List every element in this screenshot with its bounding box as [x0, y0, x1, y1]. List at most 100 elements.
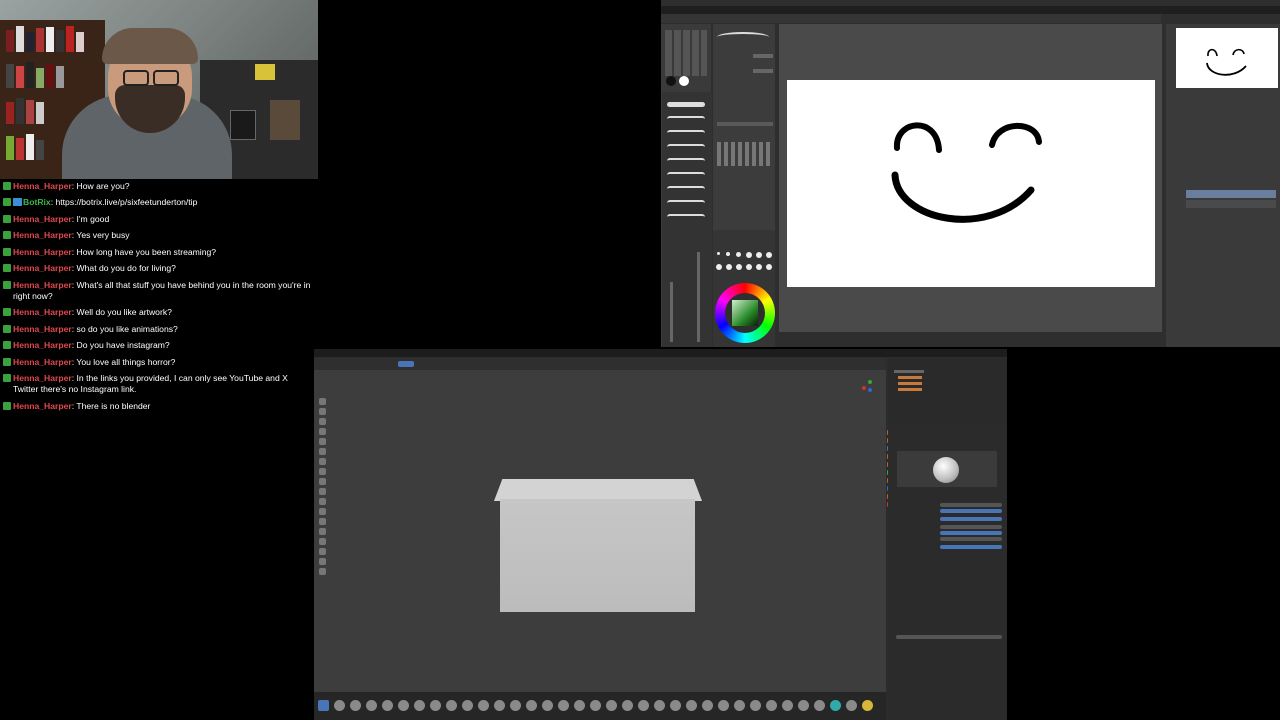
- tool-icon[interactable]: [319, 508, 326, 515]
- brush-icon[interactable]: [670, 700, 681, 711]
- brush-plane-offset-field[interactable]: [940, 537, 1002, 541]
- brush-normal-radius-field[interactable]: [940, 531, 1002, 535]
- brush-icon[interactable]: [718, 700, 729, 711]
- chat-username[interactable]: Henna_Harper: [13, 280, 72, 290]
- tool-icon[interactable]: [319, 428, 326, 435]
- layer-row[interactable]: [1186, 200, 1276, 208]
- apply-button[interactable]: [896, 635, 1002, 639]
- tool-property-panel[interactable]: [713, 24, 775, 234]
- tool-icon[interactable]: [319, 518, 326, 525]
- property-field[interactable]: [753, 54, 773, 58]
- brush-preset[interactable]: [667, 200, 705, 208]
- opacity-slider[interactable]: [670, 282, 673, 342]
- outliner-row[interactable]: [898, 382, 922, 385]
- brush-direction-field[interactable]: [940, 517, 1002, 521]
- brush-icon[interactable]: [462, 700, 473, 711]
- brush-icon[interactable]: [798, 700, 809, 711]
- chat-username[interactable]: Henna_Harper: [13, 357, 72, 367]
- brush-icon[interactable]: [782, 700, 793, 711]
- property-buttons[interactable]: [717, 142, 773, 166]
- brush-preset[interactable]: [667, 172, 705, 180]
- chat-username[interactable]: Henna_Harper: [13, 307, 72, 317]
- color-square[interactable]: [732, 300, 758, 326]
- chat-username[interactable]: Henna_Harper: [13, 214, 72, 224]
- tool-icon[interactable]: [319, 408, 326, 415]
- chat-username[interactable]: Henna_Harper: [13, 263, 72, 273]
- brush-icon[interactable]: [542, 700, 553, 711]
- brush-preview[interactable]: [897, 451, 997, 487]
- tool-icon[interactable]: [319, 478, 326, 485]
- chat-username[interactable]: Henna_Harper: [13, 181, 72, 191]
- brush-icon[interactable]: [414, 700, 425, 711]
- brush-icon[interactable]: [766, 700, 777, 711]
- brush-icon[interactable]: [862, 700, 873, 711]
- tool-icon[interactable]: [319, 418, 326, 425]
- brush-icon[interactable]: [334, 700, 345, 711]
- brush-icon[interactable]: [830, 700, 841, 711]
- tool-icon[interactable]: [319, 458, 326, 465]
- brush-preset[interactable]: [667, 214, 705, 222]
- brush-icon[interactable]: [446, 700, 457, 711]
- canvas[interactable]: [787, 80, 1155, 287]
- tool-icon[interactable]: [319, 448, 326, 455]
- brush-preset[interactable]: [667, 102, 705, 107]
- tool-icons[interactable]: [665, 30, 707, 76]
- brush-icon[interactable]: [494, 700, 505, 711]
- brush-icon[interactable]: [574, 700, 585, 711]
- brush-icon[interactable]: [638, 700, 649, 711]
- tool-icon[interactable]: [319, 538, 326, 545]
- outliner-row[interactable]: [894, 370, 924, 373]
- command-bar[interactable]: [661, 14, 1161, 23]
- sculpt-toolbar[interactable]: [317, 396, 328, 596]
- brush-icon[interactable]: [702, 700, 713, 711]
- outliner-row[interactable]: [898, 376, 922, 379]
- menu-bar[interactable]: [661, 6, 1280, 14]
- tool-icon[interactable]: [319, 498, 326, 505]
- tool-icon[interactable]: [319, 468, 326, 475]
- brush-magnify-field[interactable]: [940, 545, 1002, 549]
- brush-hardness-field[interactable]: [940, 525, 1002, 529]
- tool-icon[interactable]: [319, 438, 326, 445]
- tool-icon[interactable]: [319, 548, 326, 555]
- brush-icon[interactable]: [478, 700, 489, 711]
- outliner[interactable]: [888, 358, 1007, 426]
- brush-preset[interactable]: [667, 130, 705, 138]
- chat-username[interactable]: Henna_Harper: [13, 230, 72, 240]
- cube-mesh[interactable]: [500, 499, 695, 612]
- brush-preset[interactable]: [667, 144, 705, 152]
- brush-preset[interactable]: [667, 158, 705, 166]
- size-slider[interactable]: [697, 252, 700, 342]
- brush-icon[interactable]: [814, 700, 825, 711]
- main-color-icon[interactable]: [666, 76, 676, 86]
- viewport-header[interactable]: [314, 358, 886, 370]
- brush-icon[interactable]: [734, 700, 745, 711]
- sub-color-icon[interactable]: [679, 76, 689, 86]
- brush-list[interactable]: [662, 92, 712, 347]
- chat-username[interactable]: Henna_Harper: [13, 373, 72, 383]
- brush-shelf[interactable]: [314, 692, 886, 720]
- tool-icon[interactable]: [319, 558, 326, 565]
- brush-icon[interactable]: [430, 700, 441, 711]
- brush-radius-field[interactable]: [940, 503, 1002, 507]
- brush-icon[interactable]: [846, 700, 857, 711]
- brush-icon[interactable]: [398, 700, 409, 711]
- brush-icon[interactable]: [526, 700, 537, 711]
- active-mode-button[interactable]: [398, 361, 414, 367]
- brush-icon[interactable]: [622, 700, 633, 711]
- color-wheel[interactable]: [715, 283, 775, 343]
- brush-icon[interactable]: [382, 700, 393, 711]
- chat-username[interactable]: BotRix: [23, 197, 51, 207]
- tool-icon[interactable]: [319, 568, 326, 575]
- brush-icon[interactable]: [510, 700, 521, 711]
- property-field[interactable]: [753, 69, 773, 73]
- brush-preset[interactable]: [667, 186, 705, 194]
- navigator-preview[interactable]: [1176, 28, 1278, 88]
- chat-username[interactable]: Henna_Harper: [13, 324, 72, 334]
- chat-username[interactable]: Henna_Harper: [13, 340, 72, 350]
- tool-icon[interactable]: [319, 398, 326, 405]
- brush-icon[interactable]: [606, 700, 617, 711]
- brush-icon[interactable]: [686, 700, 697, 711]
- property-field[interactable]: [717, 122, 773, 126]
- brush-icon[interactable]: [750, 700, 761, 711]
- tool-icon[interactable]: [319, 528, 326, 535]
